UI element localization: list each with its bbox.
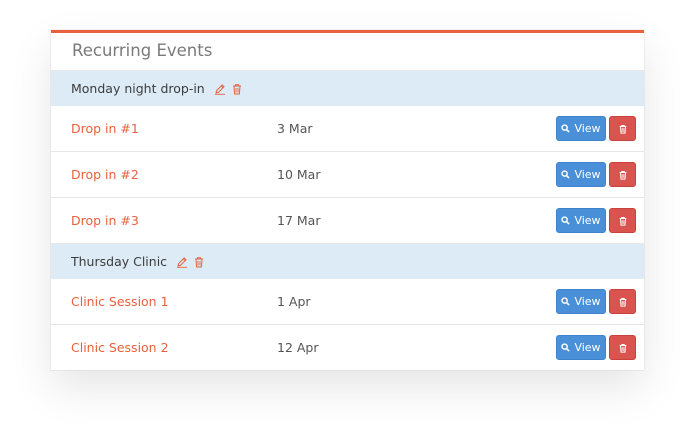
event-name-link[interactable]: Drop in #2 [71, 167, 139, 182]
event-date: 1 Apr [277, 294, 311, 309]
search-icon [561, 170, 571, 179]
view-button[interactable]: View [556, 335, 606, 360]
edit-icon[interactable] [176, 256, 188, 268]
search-icon [561, 216, 571, 225]
view-button[interactable]: View [556, 289, 606, 314]
event-date: 3 Mar [277, 121, 313, 136]
event-name-link[interactable]: Clinic Session 1 [71, 294, 169, 309]
delete-button[interactable] [609, 208, 636, 233]
trash-icon [619, 343, 626, 353]
trash-icon [619, 297, 626, 307]
event-date: 10 Mar [277, 167, 321, 182]
view-button-label: View [574, 122, 601, 135]
panel-title: Recurring Events [51, 33, 644, 71]
view-button-label: View [574, 168, 601, 181]
view-button[interactable]: View [556, 208, 606, 233]
delete-button[interactable] [609, 116, 636, 141]
view-button-label: View [574, 295, 601, 308]
group-name: Thursday Clinic [71, 254, 168, 269]
event-row: Drop in #1 3 Mar View [51, 106, 644, 152]
delete-button[interactable] [609, 162, 636, 187]
group-header: Monday night drop-in [51, 71, 644, 106]
view-button-label: View [574, 341, 601, 354]
event-date: 17 Mar [277, 213, 321, 228]
event-row: Clinic Session 1 1 Apr View [51, 279, 644, 325]
event-name-link[interactable]: Drop in #1 [71, 121, 139, 136]
view-button-label: View [574, 214, 601, 227]
search-icon [561, 343, 571, 352]
delete-group-icon[interactable] [193, 256, 205, 268]
search-icon [561, 124, 571, 133]
delete-button[interactable] [609, 289, 636, 314]
view-button[interactable]: View [556, 162, 606, 187]
view-button[interactable]: View [556, 116, 606, 141]
event-date: 12 Apr [277, 340, 319, 355]
event-name-link[interactable]: Clinic Session 2 [71, 340, 169, 355]
trash-icon [619, 124, 626, 134]
search-icon [561, 297, 571, 306]
event-name-link[interactable]: Drop in #3 [71, 213, 139, 228]
event-row: Drop in #2 10 Mar View [51, 152, 644, 198]
edit-icon[interactable] [214, 83, 226, 95]
event-row: Clinic Session 2 12 Apr View [51, 325, 644, 370]
delete-group-icon[interactable] [231, 83, 243, 95]
trash-icon [619, 216, 626, 226]
delete-button[interactable] [609, 335, 636, 360]
trash-icon [619, 170, 626, 180]
group-name: Monday night drop-in [71, 81, 205, 96]
event-row: Drop in #3 17 Mar View [51, 198, 644, 244]
group-header: Thursday Clinic [51, 244, 644, 279]
recurring-events-panel: Recurring Events Monday night drop-in Dr… [51, 30, 644, 370]
